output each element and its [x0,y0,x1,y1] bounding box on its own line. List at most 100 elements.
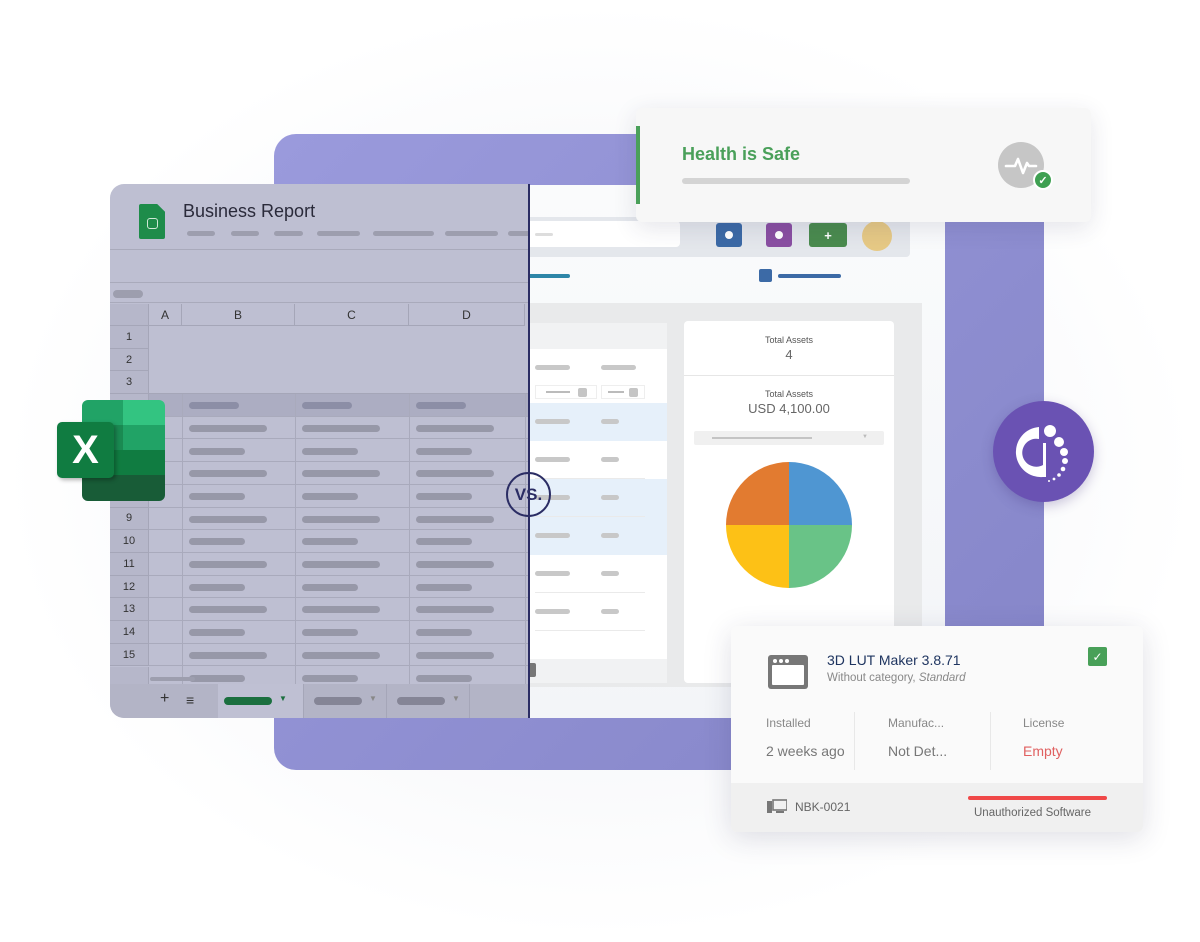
row-header[interactable]: 14 [110,621,149,644]
category-label: Without category, [827,672,916,684]
column-header-a[interactable]: A [149,304,182,326]
add-sheet-button[interactable]: + [160,690,169,708]
filter-toggle[interactable] [629,388,638,397]
pie-slice-0[interactable] [789,462,852,525]
cell-value [189,402,239,410]
column-header [535,365,570,370]
sheet-tabs-bar: + ≡ ▼ ▼ ▼ [110,684,529,718]
filter-line [546,391,570,393]
pie-slice-2[interactable] [726,525,789,588]
host-name[interactable]: NBK-0021 [795,800,850,814]
all-sheets-menu-icon[interactable]: ≡ [186,692,194,708]
data-row[interactable] [149,508,529,531]
cell-value [416,651,494,659]
data-row[interactable] [149,621,529,644]
cell-value [416,606,494,614]
window-dot [785,659,789,663]
excel-logo-letter: X [57,422,114,478]
data-row[interactable] [149,576,529,599]
horizontal-scrollbar[interactable] [150,677,195,681]
header-row[interactable] [149,394,529,417]
cell-value [416,515,494,523]
data-row[interactable] [149,644,529,667]
user-avatar[interactable] [862,221,892,251]
software-name[interactable]: 3D LUT Maker 3.8.71 [827,652,961,668]
field-separator [990,712,991,770]
pie-slice-3[interactable] [726,462,789,525]
column-header-b[interactable]: B [182,304,295,326]
cell [535,419,570,424]
cell-value [416,402,466,410]
cell [535,457,570,462]
software-card[interactable]: 3D LUT Maker 3.8.71 Without category, St… [731,626,1143,832]
data-row[interactable] [149,598,529,622]
row-header[interactable]: 10 [110,530,149,553]
filter-input[interactable] [601,385,645,399]
row-header[interactable]: 9 [110,507,149,531]
cell-value [416,629,472,637]
sheet-tab[interactable]: ▼ [387,684,470,718]
menu-item[interactable] [187,231,215,236]
pie-slice-1[interactable] [789,525,852,588]
select-checkbox[interactable]: ✓ [1088,647,1107,666]
cell [601,533,619,538]
brand-logo-glyph [1015,425,1068,482]
assets-pie-chart [726,462,852,588]
health-status-title: Health is Safe [682,144,801,164]
sheet-tab[interactable]: ▼ [304,684,387,718]
grid-line [182,394,183,690]
menu-item[interactable] [508,231,529,236]
dot-icon [725,231,733,239]
total-assets-count-value: 4 [785,347,793,362]
window-dot [779,659,783,663]
file-icon-glyph [147,218,158,229]
filter-toggle[interactable] [578,388,587,397]
sheet-tab-active[interactable]: ▼ [218,684,304,718]
cell [601,609,619,614]
data-row[interactable] [149,462,529,485]
grid-line [409,394,410,690]
sheet-tab-label [224,697,272,705]
tab-icon[interactable] [759,269,772,282]
cell-value [302,447,358,455]
cell-value [416,470,494,478]
cell [601,571,619,576]
cell-value [189,470,267,478]
menu-item[interactable] [231,231,259,236]
name-box[interactable] [113,290,143,298]
select-all-corner[interactable] [110,304,149,326]
toolbar-button-blue[interactable] [716,223,742,247]
cell-value [302,651,380,659]
row-header[interactable]: 1 [110,326,149,349]
menu-item[interactable] [373,231,434,236]
cell-value [302,583,358,591]
cell [535,571,570,576]
data-row[interactable] [149,417,529,440]
merged-title-cell[interactable] [149,326,529,395]
cell-value [302,515,380,523]
data-row[interactable] [149,553,529,576]
menu-item[interactable] [445,231,498,236]
filter-input[interactable] [535,385,597,399]
data-row[interactable] [149,485,529,508]
tab-label-placeholder[interactable] [778,274,841,278]
row-header[interactable]: 13 [110,598,149,622]
row-header[interactable]: 12 [110,575,149,599]
menu-item[interactable] [317,231,360,236]
row-header[interactable]: 3 [110,371,149,395]
add-button[interactable]: + [809,223,847,247]
chart-filter-select[interactable]: ▼ [694,431,884,445]
health-accent-bar [636,126,640,204]
field-value: 2 weeks ago [766,743,845,759]
row-header[interactable]: 15 [110,643,149,667]
data-row[interactable] [149,530,529,553]
toolbar-button-purple[interactable] [766,223,792,247]
chevron-down-icon: ▼ [369,694,377,703]
column-header-d[interactable]: D [409,304,525,326]
menu-item[interactable] [274,231,303,236]
row-header[interactable]: 11 [110,553,149,576]
row-header[interactable]: 2 [110,348,149,372]
column-header-c[interactable]: C [295,304,409,326]
data-row[interactable] [149,440,529,463]
field-separator [854,712,855,770]
